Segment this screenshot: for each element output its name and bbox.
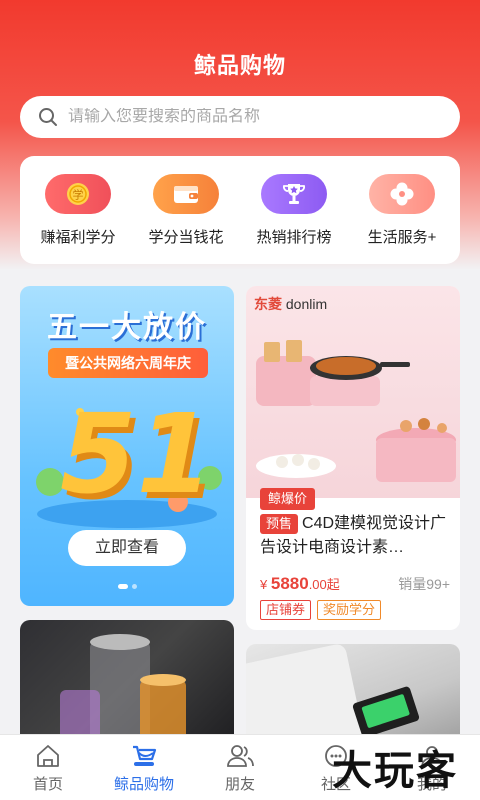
wallet-icon	[153, 174, 219, 214]
friends-icon	[227, 745, 254, 767]
product-photo	[60, 634, 186, 750]
quick-action-earn-credits[interactable]: 学 赚福利学分	[30, 174, 126, 264]
quick-action-label: 热销排行榜	[256, 229, 332, 246]
product-card[interactable]	[20, 620, 234, 750]
search-icon	[39, 108, 57, 126]
product-price: ¥ 5880.00起	[260, 574, 340, 594]
trophy-icon	[261, 174, 327, 214]
brand-name-en: donlim	[285, 296, 328, 312]
tab-friends[interactable]: 朋友	[192, 735, 288, 800]
product-image: 东菱 donlim	[246, 286, 460, 498]
cart-icon	[133, 745, 157, 766]
page-title: 鲸品购物	[193, 53, 286, 78]
carousel-dot[interactable]	[131, 584, 137, 589]
sales-count: 销量99+	[398, 576, 450, 592]
quick-action-label: 赚福利学分	[40, 229, 116, 246]
coin-icon: 学	[45, 174, 111, 214]
quick-action-credits-as-cash[interactable]: 学分当钱花	[138, 174, 234, 264]
tab-label: 鲸品购物	[113, 776, 174, 793]
quick-actions: 学 赚福利学分 学分当钱花 热销排行榜 生活服务+	[20, 156, 460, 264]
product-name: 预售 C4D建模视觉设计广告设计电商设计素…	[260, 512, 456, 560]
clover-icon	[369, 174, 435, 214]
hot-price-tag: 鲸爆价	[260, 488, 316, 510]
price-integer: 5880	[270, 574, 309, 593]
tab-shopping[interactable]: 鲸品购物	[96, 735, 192, 800]
product-card[interactable]: 东菱 donlim 鲸爆价 预售 C4D建模视觉设计广告设计电商设计素… ¥ 5…	[246, 286, 460, 630]
banner-subtitle: 暨公共网络六周年庆	[48, 348, 208, 378]
banner-big-number: 51	[60, 390, 214, 518]
presale-tag: 预售	[260, 514, 299, 534]
tab-label: 朋友	[224, 776, 255, 793]
search-input[interactable]	[68, 108, 428, 126]
watermark-logo: 大玩客	[332, 747, 458, 794]
price-decimal: .00起	[308, 577, 340, 592]
coupon-tags: 店铺券 奖励学分	[260, 600, 382, 620]
carousel-dot[interactable]	[117, 584, 128, 589]
view-now-button[interactable]: 立即查看	[68, 530, 186, 566]
search-bar[interactable]	[20, 96, 460, 138]
svg-text:学: 学	[73, 188, 84, 202]
product-photo	[256, 340, 456, 482]
quick-action-bestsellers[interactable]: 热销排行榜	[246, 174, 342, 264]
carousel-dots	[20, 584, 234, 589]
promo-banner[interactable]: 五一大放价 暨公共网络六周年庆 51 立即查看	[20, 286, 234, 606]
banner-title: 五一大放价	[47, 311, 207, 344]
quick-action-label: 学分当钱花	[148, 229, 224, 246]
price-row: ¥ 5880.00起 销量99+	[260, 574, 450, 594]
brand-name-cn: 东菱	[254, 296, 282, 312]
quick-action-life-services[interactable]: 生活服务+	[354, 174, 450, 264]
tab-label: 首页	[32, 776, 63, 793]
brand-logo: 东菱 donlim	[254, 294, 327, 314]
home-icon	[37, 745, 59, 767]
price-symbol: ¥	[260, 577, 268, 592]
coupon-shop: 店铺券	[260, 600, 312, 620]
quick-action-label: 生活服务+	[367, 229, 437, 246]
coupon-credits: 奖励学分	[317, 600, 382, 620]
tab-home[interactable]: 首页	[0, 735, 96, 800]
